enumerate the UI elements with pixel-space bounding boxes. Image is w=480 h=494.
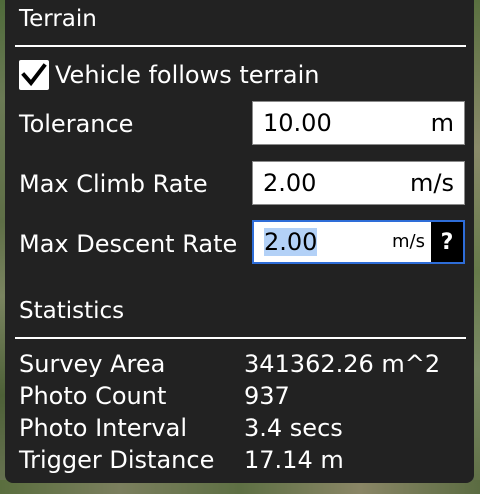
max-descent-rate-value-text: 2.00 [264, 228, 318, 256]
checkmark-icon [21, 63, 47, 87]
max-climb-rate-field[interactable]: 2.00 m/s [252, 161, 465, 205]
tolerance-field[interactable]: 10.00 m [252, 101, 465, 145]
stat-row-photo-interval: Photo Interval 3.4 secs [19, 412, 469, 444]
photo-interval-value: 3.4 secs [244, 414, 343, 442]
terrain-settings-panel: Terrain Vehicle follows terrain Toleranc… [5, 0, 474, 483]
max-climb-rate-value[interactable]: 2.00 [253, 168, 410, 198]
max-descent-rate-label: Max Descent Rate [19, 230, 238, 258]
trigger-distance-value: 17.14 m [244, 446, 344, 474]
vehicle-follows-terrain-checkbox-row[interactable]: Vehicle follows terrain [19, 58, 319, 92]
help-button[interactable]: ? [431, 222, 463, 262]
tolerance-label: Tolerance [19, 110, 134, 138]
trigger-distance-label: Trigger Distance [19, 446, 215, 474]
vehicle-follows-terrain-label: Vehicle follows terrain [55, 61, 320, 89]
survey-area-value: 341362.26 m^2 [244, 350, 441, 378]
photo-interval-label: Photo Interval [19, 414, 187, 442]
survey-area-label: Survey Area [19, 350, 166, 378]
max-descent-rate-value[interactable]: 2.00 [254, 227, 392, 257]
stat-row-photo-count: Photo Count 937 [19, 380, 469, 412]
max-descent-rate-field[interactable]: 2.00 m/s ? [252, 220, 465, 264]
stat-row-trigger-distance: Trigger Distance 17.14 m [19, 444, 469, 476]
tolerance-unit: m [430, 109, 454, 137]
terrain-divider [15, 45, 466, 47]
photo-count-value: 937 [244, 382, 290, 410]
max-climb-rate-label: Max Climb Rate [19, 170, 208, 198]
tolerance-value[interactable]: 10.00 [253, 108, 431, 138]
statistics-section-title: Statistics [19, 298, 125, 324]
max-descent-rate-unit: m/s [392, 231, 425, 252]
max-climb-rate-unit: m/s [410, 169, 454, 197]
vehicle-follows-terrain-checkbox[interactable] [19, 60, 49, 90]
terrain-section-title: Terrain [19, 6, 97, 32]
map-background-right [474, 0, 480, 494]
stat-row-survey-area: Survey Area 341362.26 m^2 [19, 348, 469, 380]
photo-count-label: Photo Count [19, 382, 167, 410]
statistics-divider [15, 337, 466, 339]
